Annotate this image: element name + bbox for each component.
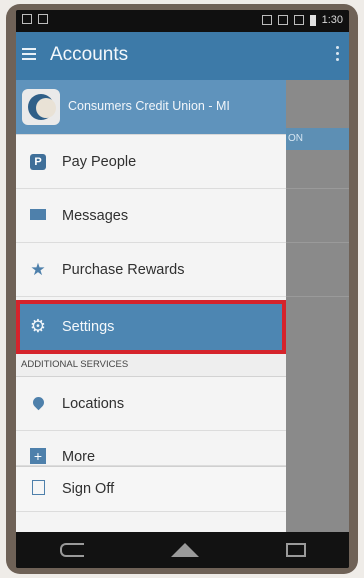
hamburger-menu-icon[interactable] (22, 48, 36, 60)
background-button-fragment: ON (286, 128, 349, 150)
sim-icon (261, 15, 272, 25)
battery-icon (309, 14, 316, 26)
navigation-drawer: Consumers Credit Union - MI P Pay People… (16, 80, 286, 532)
app-title: Accounts (50, 44, 129, 65)
recent-apps-icon[interactable] (285, 543, 306, 557)
drawer-item-pay-people[interactable]: P Pay People (16, 135, 286, 189)
drawer-item-label: Settings (62, 318, 115, 335)
institution-name: Consumers Credit Union - MI (68, 99, 230, 113)
back-icon[interactable] (59, 543, 84, 557)
drawer-item-settings[interactable]: ⚙ Settings (16, 300, 286, 354)
notification-icon (22, 14, 32, 24)
drawer-item-label: More (62, 449, 96, 465)
signal-icon (293, 15, 304, 25)
overflow-menu-icon[interactable] (336, 46, 339, 64)
drawer-item-label: Messages (62, 207, 129, 224)
home-icon[interactable] (170, 543, 199, 557)
drawer-item-sign-off[interactable]: Sign Off (16, 466, 286, 512)
drawer-item-messages[interactable]: Messages (16, 189, 286, 243)
drawer-header[interactable]: Consumers Credit Union - MI (16, 80, 286, 135)
section-label-additional-services: ADDITIONAL SERVICES (16, 354, 286, 377)
drawer-item-label: Purchase Rewards (62, 261, 185, 278)
wifi-icon (277, 15, 288, 25)
sign-off-icon (31, 479, 45, 495)
drawer-item-purchase-rewards[interactable]: ★ Purchase Rewards (16, 243, 286, 297)
voicemail-icon (38, 14, 48, 24)
credit-union-logo (22, 89, 60, 125)
pay-people-icon: P (30, 154, 46, 170)
system-navigation-bar (16, 532, 349, 568)
drawer-item-label: Pay People (62, 153, 137, 170)
mail-icon (30, 208, 46, 220)
gear-icon: ⚙ (29, 316, 47, 336)
drawer-item-locations[interactable]: Locations (16, 377, 286, 431)
app-bar: Accounts (16, 32, 349, 80)
clock: 1:30 (321, 14, 343, 26)
status-bar: 1:30 (16, 10, 349, 32)
location-pin-icon (30, 394, 46, 410)
plus-icon: + (30, 448, 46, 464)
drawer-item-more[interactable]: + More (16, 431, 286, 466)
star-icon: ★ (30, 259, 46, 279)
drawer-item-label: Sign Off (62, 481, 115, 497)
drawer-item-label: Locations (62, 395, 125, 412)
phone-screen: 1:30 Accounts ON Consumers Credit Union … (16, 10, 349, 568)
